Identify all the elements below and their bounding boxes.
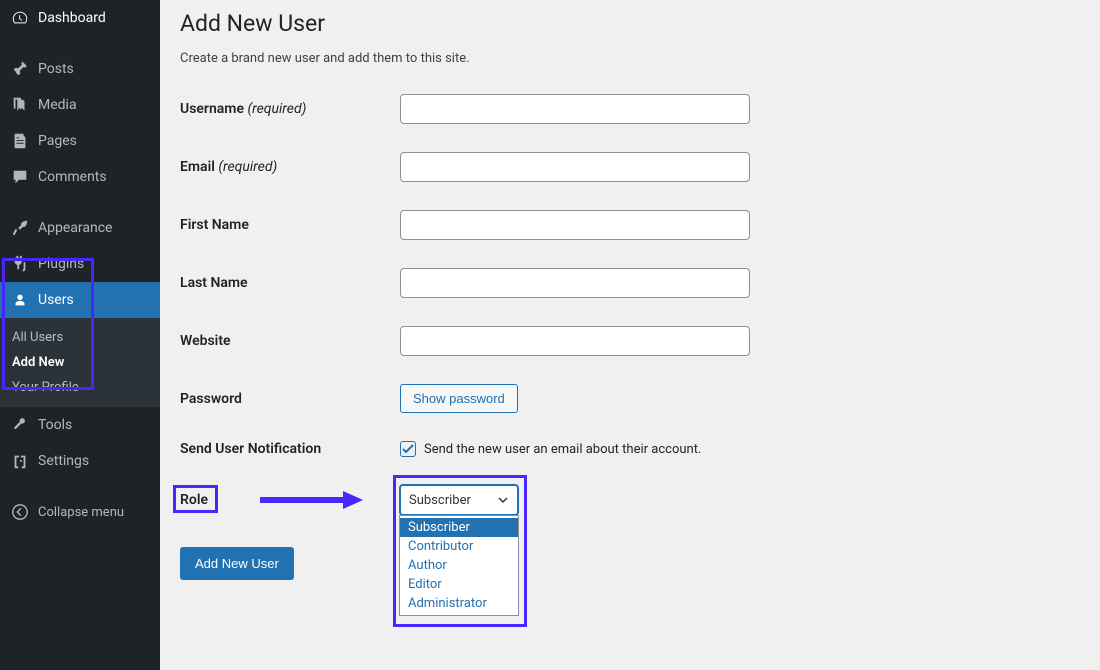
menu-label: Posts (38, 61, 74, 77)
admin-sidebar: Dashboard Posts Media Pages Comments (0, 0, 160, 670)
menu-item-appearance[interactable]: Appearance (0, 210, 160, 246)
pages-icon (10, 131, 30, 151)
page-title: Add New User (180, 10, 1080, 37)
users-icon (10, 290, 30, 310)
menu-label: Tools (38, 417, 72, 433)
tools-icon (10, 415, 30, 435)
email-label: Email (required) (180, 159, 400, 175)
submenu-all-users[interactable]: All Users (0, 325, 160, 350)
menu-label: Settings (38, 453, 89, 469)
notification-checkbox[interactable] (400, 441, 416, 457)
menu-label: Media (38, 97, 77, 113)
firstname-label: First Name (180, 217, 400, 233)
lastname-input[interactable] (400, 268, 750, 298)
content-area: Add New User Create a brand new user and… (160, 0, 1100, 670)
menu-label: Appearance (38, 220, 112, 236)
username-label: Username (required) (180, 101, 400, 117)
collapse-icon (10, 502, 30, 522)
collapse-label: Collapse menu (38, 505, 124, 520)
collapse-menu[interactable]: Collapse menu (0, 494, 160, 530)
menu-item-settings[interactable]: Settings (0, 443, 160, 479)
role-option-subscriber[interactable]: Subscriber (400, 518, 518, 537)
plugins-icon (10, 254, 30, 274)
settings-icon (10, 451, 30, 471)
menu-label: Users (38, 292, 74, 308)
menu-label: Dashboard (38, 10, 106, 26)
username-input[interactable] (400, 94, 750, 124)
notification-label: Send User Notification (180, 441, 400, 457)
add-new-user-button[interactable]: Add New User (180, 547, 294, 580)
menu-label: Pages (38, 133, 77, 149)
password-label: Password (180, 391, 400, 407)
menu-item-pages[interactable]: Pages (0, 123, 160, 159)
comments-icon (10, 167, 30, 187)
notification-text: Send the new user an email about their a… (424, 442, 701, 457)
menu-item-users[interactable]: Users (0, 282, 160, 318)
role-option-contributor[interactable]: Contributor (400, 537, 518, 556)
role-label: Role (180, 492, 208, 508)
role-option-author[interactable]: Author (400, 556, 518, 575)
submenu-add-new[interactable]: Add New (0, 350, 160, 375)
appearance-icon (10, 218, 30, 238)
menu-item-posts[interactable]: Posts (0, 51, 160, 87)
dashboard-icon (10, 8, 30, 28)
role-option-editor[interactable]: Editor (400, 575, 518, 594)
menu-item-plugins[interactable]: Plugins (0, 246, 160, 282)
role-label-wrap: Role (180, 492, 400, 508)
website-label: Website (180, 333, 400, 349)
lastname-label: Last Name (180, 275, 400, 291)
pin-icon (10, 59, 30, 79)
page-subtitle: Create a brand new user and add them to … (180, 51, 1080, 66)
website-input[interactable] (400, 326, 750, 356)
menu-item-tools[interactable]: Tools (0, 407, 160, 443)
menu-item-dashboard[interactable]: Dashboard (0, 0, 160, 36)
media-icon (10, 95, 30, 115)
role-selected-value: Subscriber (409, 493, 471, 508)
menu-item-media[interactable]: Media (0, 87, 160, 123)
email-input[interactable] (400, 152, 750, 182)
menu-label: Comments (38, 169, 107, 185)
menu-label: Plugins (38, 256, 84, 272)
annotation-arrow (258, 489, 368, 511)
check-icon (402, 443, 414, 455)
role-option-administrator[interactable]: Administrator (400, 594, 518, 613)
submenu-your-profile[interactable]: Your Profile (0, 375, 160, 400)
role-select[interactable]: Subscriber (400, 485, 518, 515)
show-password-button[interactable]: Show password (400, 384, 518, 413)
menu-item-comments[interactable]: Comments (0, 159, 160, 195)
role-dropdown: Subscriber Contributor Author Editor Adm… (399, 515, 519, 616)
chevron-down-icon (497, 494, 509, 506)
users-submenu: All Users Add New Your Profile (0, 318, 160, 407)
firstname-input[interactable] (400, 210, 750, 240)
